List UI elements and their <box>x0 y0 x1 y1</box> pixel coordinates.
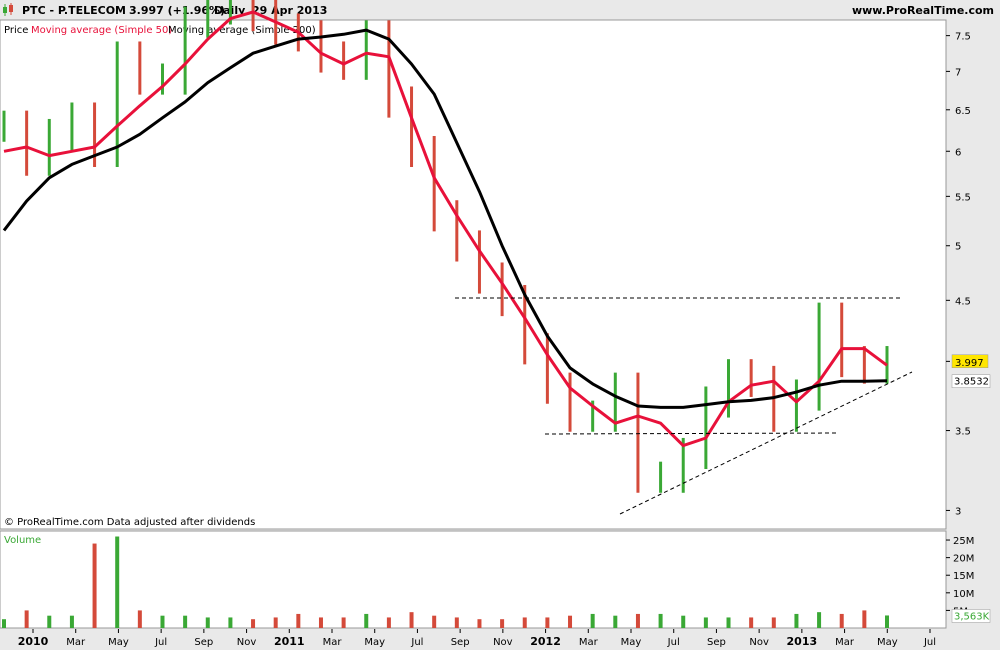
volume-bar <box>273 617 278 628</box>
volume-bar <box>749 617 754 628</box>
volume-bar <box>92 543 97 628</box>
time-tick-label: 2011 <box>274 635 305 648</box>
volume-label: Volume <box>4 535 41 546</box>
volume-bar <box>47 615 52 628</box>
volume-bar <box>454 617 459 628</box>
volume-bar <box>794 613 799 628</box>
time-tick-label: Nov <box>493 637 513 648</box>
time-tick-label: 2010 <box>18 635 49 648</box>
volume-panel <box>0 530 947 629</box>
site-link[interactable]: www.ProRealTime.com <box>852 4 994 17</box>
time-tick-label: May <box>364 637 385 648</box>
time-tick-label: Nov <box>237 637 257 648</box>
price-tick-label: 7 <box>955 67 961 78</box>
volume-bar <box>613 615 618 628</box>
volume-bar <box>160 615 165 628</box>
volume-tick-label: 15M <box>953 571 974 582</box>
time-tick-label: May <box>621 637 642 648</box>
volume-bar <box>703 617 708 628</box>
time-tick-label: Mar <box>579 637 599 648</box>
time-tick-label: Sep <box>194 637 213 648</box>
volume-bar <box>839 613 844 628</box>
volume-bar <box>228 617 233 628</box>
volume-bar <box>24 610 29 628</box>
volume-bar <box>885 615 889 628</box>
price-tick-label: 4.5 <box>955 296 971 307</box>
time-tick-label: May <box>877 637 898 648</box>
time-tick-label: Sep <box>707 637 726 648</box>
time-tick-label: 2013 <box>787 635 818 648</box>
volume-bar <box>817 612 822 628</box>
volume-bar <box>726 617 731 628</box>
time-tick-label: Mar <box>66 637 86 648</box>
last-price-change: 3.997 (+1.96%) <box>129 4 225 17</box>
volume-bar <box>205 617 210 628</box>
volume-bar <box>115 536 120 628</box>
legend-price: Price <box>4 25 28 36</box>
price-tick-label: 3 <box>955 506 961 517</box>
volume-bar <box>522 617 527 628</box>
volume-bar <box>771 617 776 628</box>
time-tick-label: Jul <box>667 637 680 648</box>
volume-bar <box>500 619 505 628</box>
volume-tick-label: 10M <box>953 589 974 600</box>
volume-bar <box>681 615 686 628</box>
volume-bar <box>590 613 595 628</box>
volume-bar <box>545 617 550 628</box>
volume-bar <box>432 615 437 628</box>
volume-bar <box>137 610 142 628</box>
stock-chart: PTC - P.TELECOM 3.997 (+1.96%) Daily 29 … <box>0 0 1000 650</box>
volume-bar <box>364 613 369 628</box>
ma200-value-label: 3.8532 <box>954 377 989 388</box>
volume-bar <box>341 617 346 628</box>
price-tick-label: 6.5 <box>955 106 971 117</box>
price-tick-label: 3.5 <box>955 427 971 438</box>
time-tick-label: 2012 <box>530 635 561 648</box>
price-tick-label: 6 <box>955 147 961 158</box>
time-tick-label: Mar <box>835 637 855 648</box>
legend-ma50: Moving average (Simple 50) <box>31 25 172 36</box>
volume-bar <box>2 619 6 628</box>
volume-bar <box>183 615 188 628</box>
price-tick-label: 7.5 <box>955 32 971 43</box>
volume-bar <box>69 615 74 628</box>
time-tick-label: Jul <box>923 637 936 648</box>
last-volume-label: 3,563K <box>954 611 990 622</box>
footer-note: © ProRealTime.com Data adjusted after di… <box>4 517 255 528</box>
time-tick-label: Sep <box>451 637 470 648</box>
time-tick-label: May <box>108 637 129 648</box>
volume-bar <box>386 617 391 628</box>
price-panel <box>0 19 947 530</box>
volume-bar <box>409 612 414 628</box>
time-tick-label: Mar <box>323 637 343 648</box>
price-tick-label: 5.5 <box>955 192 971 203</box>
price-tick-label: 5 <box>955 242 961 253</box>
last-price-label: 3.997 <box>955 358 984 369</box>
volume-bar <box>635 613 640 628</box>
volume-bar <box>862 610 867 628</box>
volume-tick-label: 20M <box>953 554 974 565</box>
time-tick-label: Jul <box>410 637 423 648</box>
volume-bar <box>318 617 323 628</box>
time-tick-label: Nov <box>749 637 769 648</box>
volume-bar <box>296 613 301 628</box>
volume-bar <box>251 619 256 628</box>
volume-bar <box>568 615 573 628</box>
volume-bar <box>658 613 663 628</box>
volume-bar <box>477 619 482 628</box>
time-tick-label: Jul <box>154 637 167 648</box>
volume-tick-label: 25M <box>953 536 974 547</box>
symbol-title: PTC - P.TELECOM <box>22 4 126 17</box>
